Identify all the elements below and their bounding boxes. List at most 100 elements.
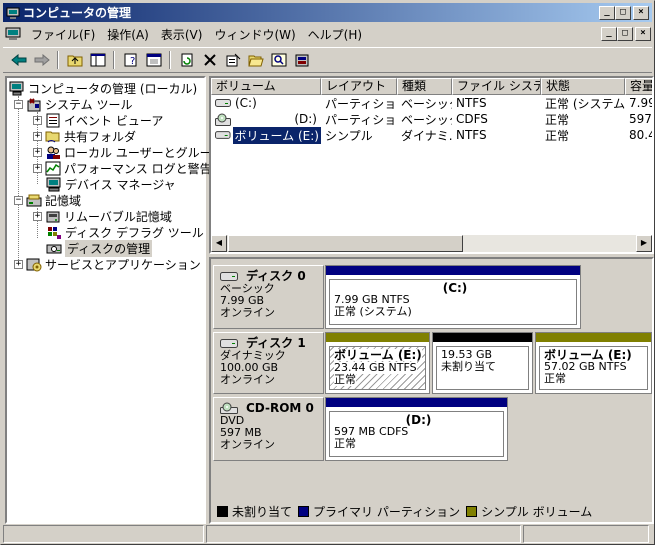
tree-item-shared-folders[interactable]: + 共有フォルダ [33,128,136,144]
expand-toggle[interactable]: + [33,163,42,173]
tree-item-disk-defrag[interactable]: ディスク デフラグ ツール [46,224,204,240]
partition-status: 正常 [334,437,356,450]
main-window: コンピュータの管理 _ □ × ファイル(F) 操作(A) 表示(V) ウィンド… [0,0,655,545]
expand-toggle[interactable]: + [33,115,42,125]
delete-icon[interactable] [198,49,221,71]
status-pane-2 [206,525,521,543]
wizard-icon[interactable] [290,49,313,71]
title-bar[interactable]: コンピュータの管理 _ □ × [3,3,652,22]
tree-item-local-users-groups[interactable]: + ローカル ユーザーとグループ [33,144,223,160]
tree-label: ディスク デフラグ ツール [65,225,204,240]
cdrom-0-label[interactable]: CD-ROM 0 DVD 597 MB オンライン [213,397,324,461]
collapse-toggle[interactable]: − [14,99,23,109]
disk-1-label[interactable]: ディスク 1 ダイナミック 100.00 GB オンライン [213,332,324,394]
scroll-thumb[interactable] [228,235,463,252]
cell-status: 正常 [545,112,570,127]
cell-filesystem: NTFS [456,96,487,110]
partition-d[interactable]: (D:) 597 MB CDFS 正常 [325,397,508,461]
menu-file[interactable]: ファイル(F) [25,26,101,43]
cell-type: ダイナミ... [401,128,452,143]
performance-icon [45,161,61,175]
tree-label: 記憶域 [45,193,82,208]
mdi-restore-button[interactable]: □ [617,27,633,41]
cell-filesystem: CDFS [456,112,488,126]
search-icon[interactable] [267,49,290,71]
legend-item-unallocated: 未割り当て [217,503,292,520]
tree-item-storage[interactable]: − 記憶域 [14,192,81,208]
show-hide-tree-icon[interactable] [86,49,109,71]
tree-item-disk-management[interactable]: ディスクの管理 [46,239,153,257]
partition-status: 未割り当て [441,360,496,373]
tree-item-performance-logs[interactable]: + パフォーマンス ログと警告 [33,160,212,176]
disk-0-label[interactable]: ディスク 0 ベーシック 7.99 GB オンライン [213,265,324,329]
menu-window[interactable]: ウィンドウ(W) [208,26,301,43]
partition-body: (D:) 597 MB CDFS 正常 [329,411,504,457]
toolbar-separator [57,51,59,69]
mdi-close-button[interactable]: × [635,27,651,41]
tree-item-services-applications[interactable]: + サービスとアプリケーション [14,256,201,272]
properties-icon[interactable]: ? [119,49,142,71]
scroll-left-button[interactable]: ◀ [211,235,227,252]
tree-item-event-viewer[interactable]: + イベント ビューア [33,112,163,128]
column-header-status[interactable]: 状態 [541,78,625,95]
horizontal-scrollbar[interactable]: ◀ ▶ [211,235,652,252]
tree-item-system-tools[interactable]: − システム ツール [14,96,132,112]
open-folder-icon[interactable] [244,49,267,71]
collapse-toggle[interactable]: − [14,195,23,205]
removable-storage-icon [46,211,60,222]
tree-line [18,96,19,264]
scroll-right-button[interactable]: ▶ [636,235,652,252]
legend-item-simple: シンプル ボリューム [466,503,592,520]
column-header-volume[interactable]: ボリューム [211,78,321,95]
status-pane-1 [3,525,204,543]
column-header-capacity[interactable]: 容量 [625,78,652,95]
expand-toggle[interactable]: + [33,147,42,157]
partition-c[interactable]: (C:) 7.99 GB NTFS 正常 (システム) [325,265,581,329]
column-header-layout[interactable]: レイアウト [321,78,397,95]
expand-toggle[interactable]: + [14,259,23,269]
menu-view[interactable]: 表示(V) [155,26,209,43]
disk-state: オンライン [220,438,275,451]
partition-body: (C:) 7.99 GB NTFS 正常 (システム) [329,279,577,325]
minimize-button[interactable]: _ [599,6,615,20]
table-row[interactable]: ボリューム (E:) シンプル ダイナミ... NTFS 正常 80.46 [211,126,652,144]
menu-help[interactable]: ヘルプ(H) [302,26,368,43]
tree-label: イベント ビューア [64,113,164,128]
cd-drive-icon [220,402,238,414]
properties-sheet-icon[interactable] [221,49,244,71]
table-row[interactable]: (C:) パーティション ベーシック NTFS 正常 (システム) 7.99 [211,95,652,111]
partition-e-2[interactable]: ボリューム (E:) 57.02 GB NTFS 正常 [535,332,652,394]
legend: 未割り当て プライマリ パーティション シンプル ボリューム [213,502,650,520]
volume-list: ボリューム レイアウト 種類 ファイル システム 状態 容量 (C:) パーティ… [209,76,654,254]
tree-item-removable-storage[interactable]: + リムーバブル記憶域 [33,208,172,224]
help-icon[interactable] [142,49,165,71]
maximize-button[interactable]: □ [615,6,631,20]
mdi-child-icon[interactable] [5,27,21,41]
tree-label: コンピュータの管理 (ローカル) [28,81,198,96]
tree-item-computer-management[interactable]: コンピュータの管理 (ローカル) [9,80,197,96]
menu-action[interactable]: 操作(A) [101,26,155,43]
tree-item-device-manager[interactable]: デバイス マネージャ [46,176,176,192]
up-folder-icon[interactable] [63,49,86,71]
expand-toggle[interactable]: + [33,131,42,141]
cell-capacity: 80.46 [629,128,652,142]
legend-item-primary: プライマリ パーティション [298,503,460,520]
close-button[interactable]: × [633,6,649,20]
expand-toggle[interactable]: + [33,211,42,221]
unallocated-space[interactable]: 19.53 GB 未割り当て [432,332,533,394]
partition-size: 597 MB CDFS [334,425,409,438]
legend-swatch [217,505,228,517]
partition-e-1[interactable]: ボリューム (E:) 23.44 GB NTFS 正常 [325,332,430,394]
simple-volume-bar [536,333,651,342]
unallocated-bar [433,333,532,342]
column-header-filesystem[interactable]: ファイル システム [452,78,541,95]
partition-body: 19.53 GB 未割り当て [436,346,529,390]
back-arrow-icon[interactable] [7,49,30,71]
disk-management-icon [46,244,62,253]
table-row[interactable]: (D:) パーティション ベーシック CDFS 正常 597 I [211,111,652,127]
refresh-icon[interactable] [175,49,198,71]
column-header-type[interactable]: 種類 [397,78,452,95]
legend-label: プライマリ パーティション [313,504,461,519]
mdi-minimize-button[interactable]: _ [601,27,617,41]
forward-arrow-icon[interactable] [30,49,53,71]
